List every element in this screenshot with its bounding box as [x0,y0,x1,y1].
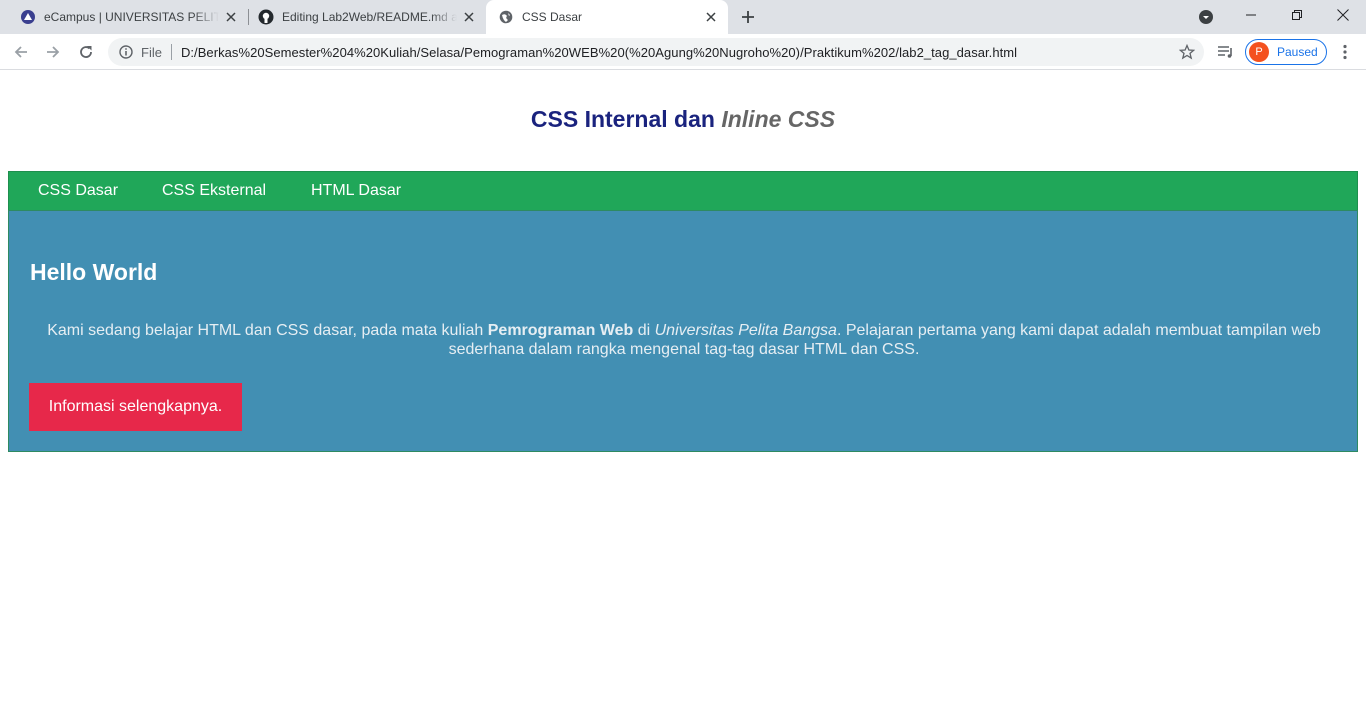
nav-link-css-dasar[interactable]: CSS Dasar [38,182,118,200]
reload-button[interactable] [72,38,100,66]
site-navbar: CSS Dasar CSS Eksternal HTML Dasar [8,171,1358,211]
avatar: P [1249,42,1269,62]
hero-section: Hello World Kami sedang belajar HTML dan… [8,210,1358,452]
restore-button[interactable] [1274,0,1320,30]
hero-text-mid: di [633,322,655,339]
address-separator [170,44,172,60]
tab-title: Editing Lab2Web/README.md at main [282,10,457,24]
page-title: CSS Internal dan Inline CSS [0,106,1366,133]
close-window-button[interactable] [1320,0,1366,30]
back-button[interactable] [7,38,35,66]
media-playlist-icon[interactable] [1216,42,1236,62]
github-icon [258,9,274,25]
tab-github[interactable]: Editing Lab2Web/README.md at main [238,0,486,34]
info-icon[interactable] [118,44,134,60]
hero-text-bold: Pemrograman Web [487,322,634,339]
nav-link-html-dasar[interactable]: HTML Dasar [311,182,401,200]
tab-css-dasar[interactable]: CSS Dasar [486,0,728,34]
globe-icon [498,9,514,25]
nav-link-css-eksternal[interactable]: CSS Eksternal [162,182,266,200]
profile-status: Paused [1277,45,1318,59]
university-logo-icon [20,9,36,25]
tab-search-icon[interactable] [1197,8,1215,26]
hero-text-italic: Universitas Pelita Bangsa [654,322,837,339]
minimize-button[interactable] [1228,0,1274,30]
more-menu-icon[interactable] [1335,42,1355,62]
page-title-italic: Inline CSS [721,106,836,132]
tab-title: eCampus | UNIVERSITAS PELITA BANGSA [44,10,219,24]
hero-paragraph: Kami sedang belajar HTML dan CSS dasar, … [39,321,1329,359]
new-tab-button[interactable] [736,5,760,29]
hero-text-start: Kami sedang belajar HTML dan CSS dasar, … [47,322,488,339]
tab-ecampus[interactable]: eCampus | UNIVERSITAS PELITA BANGSA [0,0,248,34]
close-icon[interactable] [461,9,477,25]
browser-toolbar: File D:/Berkas%20Semester%204%20Kuliah/S… [0,34,1366,70]
scheme-label: File [141,44,162,60]
page-title-main: CSS Internal dan [530,106,722,132]
bookmark-star-icon[interactable] [1178,43,1196,61]
address-bar[interactable]: File D:/Berkas%20Semester%204%20Kuliah/S… [108,38,1204,66]
close-icon[interactable] [223,9,239,25]
hero-heading: Hello World [30,259,158,285]
tab-title: CSS Dasar [522,10,583,24]
url-text[interactable]: D:/Berkas%20Semester%204%20Kuliah/Selasa… [181,45,1017,60]
tab-strip: eCampus | UNIVERSITAS PELITA BANGSA Edit… [0,0,1366,34]
profile-button[interactable]: P Paused [1245,39,1327,65]
forward-button[interactable] [39,38,67,66]
more-info-button[interactable]: Informasi selengkapnya. [29,383,242,431]
close-icon[interactable] [703,9,719,25]
